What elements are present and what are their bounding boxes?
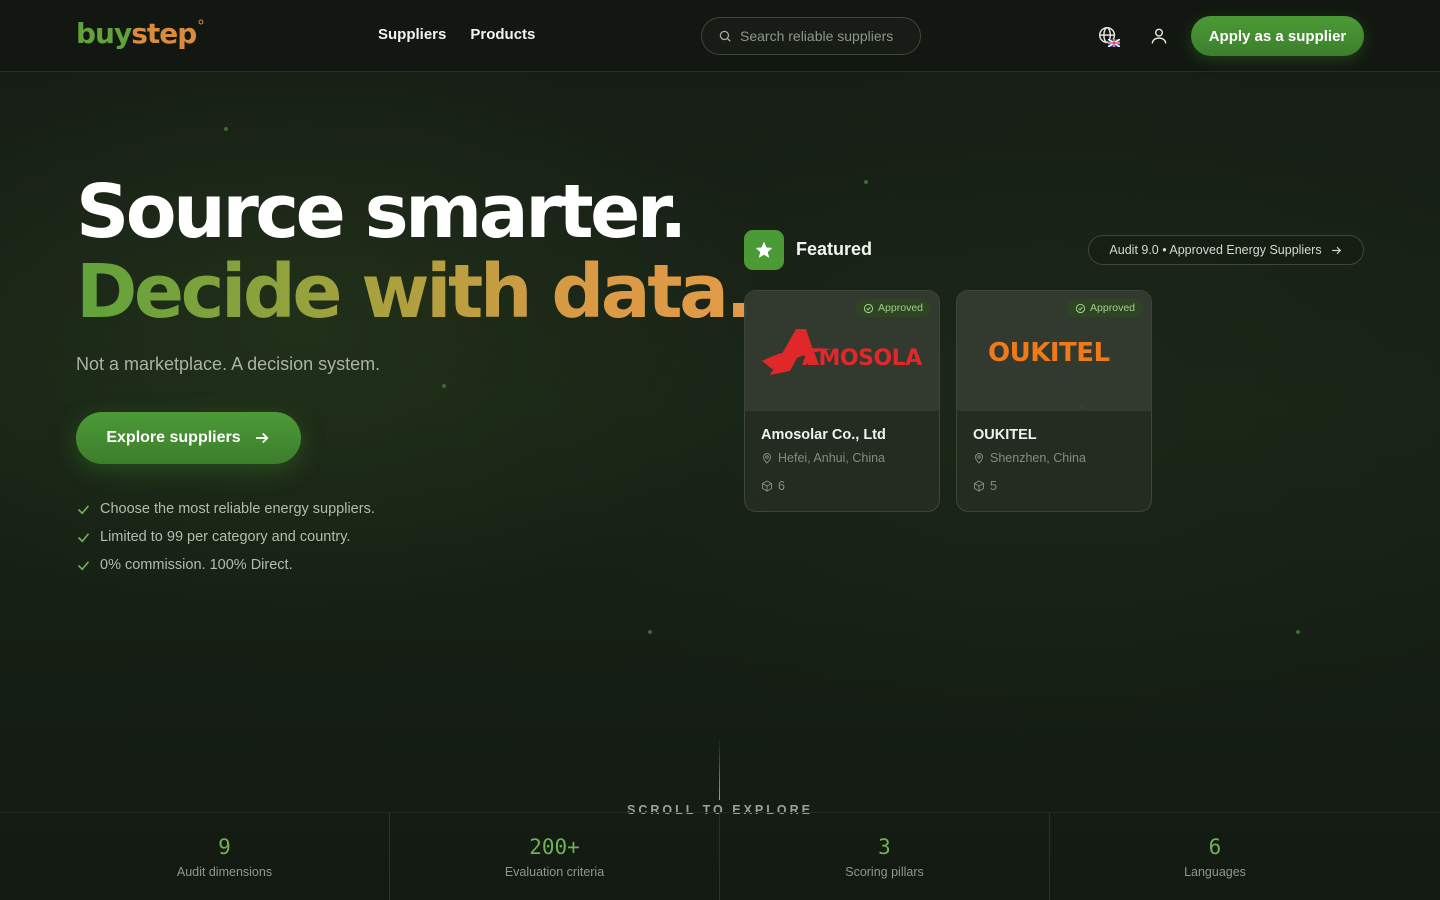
supplier-location: Hefei, Anhui, China — [761, 451, 923, 465]
check-icon — [77, 504, 90, 514]
stat-value: 3 — [878, 835, 891, 859]
decor-dot — [648, 630, 652, 634]
supplier-location: Shenzhen, China — [973, 451, 1135, 465]
stat-label: Evaluation criteria — [504, 865, 605, 879]
stat-value: 9 — [218, 835, 231, 859]
shield-check-icon — [863, 303, 874, 313]
decor-dot — [864, 180, 868, 184]
stat-label: Languages — [1184, 865, 1246, 879]
oukitel-logo: OUKITEL — [988, 338, 1110, 368]
audit-approved-link[interactable]: Audit 9.0 • Approved Energy Suppliers — [1088, 235, 1364, 265]
location-pin-icon — [974, 453, 984, 464]
stat-label: Scoring pillars — [845, 865, 924, 879]
stat-label: Audit dimensions — [176, 865, 273, 879]
supplier-product-count: 6 — [761, 479, 923, 493]
oukitel-logo-text: OUKITEL — [988, 338, 1110, 368]
supplier-name: OUKITEL — [973, 427, 1037, 443]
svg-text:buystep: buystep — [76, 17, 196, 50]
package-icon — [974, 480, 984, 492]
badge-label: Approved — [1090, 302, 1135, 314]
stat-scoring-pillars: 3 Scoring pillars — [720, 813, 1050, 900]
search-input[interactable] — [740, 28, 910, 44]
hero-title-line2: Decide with data. — [76, 249, 754, 335]
scroll-indicator-line — [719, 738, 720, 800]
decor-dot — [224, 127, 228, 131]
check-icon — [77, 532, 90, 542]
supplier-logo-area: Approved OUKITEL — [957, 291, 1151, 411]
location-pin-icon — [762, 453, 772, 464]
featured-star-badge — [744, 230, 784, 270]
shield-check-icon — [1075, 303, 1086, 313]
hero-title-line1: Source smarter. — [76, 169, 687, 255]
badge-label: Approved — [878, 302, 923, 314]
benefit-text: Limited to 99 per category and country. — [100, 529, 351, 545]
supplier-card[interactable]: Approved AMOSOLAR Amosolar Co., Ltd Hefe… — [744, 290, 940, 512]
supplier-logo-area: Approved AMOSOLAR — [745, 291, 939, 411]
explore-label: Explore suppliers — [106, 429, 241, 446]
apply-supplier-button[interactable]: Apply as a supplier — [1191, 16, 1364, 56]
arrow-right-icon — [255, 432, 269, 444]
supplier-card-body: OUKITEL Shenzhen, China 5 — [957, 411, 1151, 493]
approved-badge: Approved — [1067, 299, 1143, 317]
search-box[interactable] — [701, 17, 921, 55]
nav-suppliers-link[interactable]: Suppliers — [378, 26, 446, 43]
stat-value: 6 — [1208, 835, 1222, 859]
stat-audit-dimensions: 9 Audit dimensions — [60, 813, 390, 900]
decor-dot — [442, 384, 446, 388]
supplier-name: Amosolar Co., Ltd — [761, 427, 886, 443]
account-button[interactable] — [1147, 24, 1171, 48]
stat-value: 200+ — [529, 835, 580, 859]
hero-tagline: Not a marketplace. A decision system. — [76, 354, 381, 374]
search-icon — [719, 30, 731, 42]
buystep-logo[interactable]: buystep — [76, 14, 206, 54]
benefit-list: Choose the most reliable energy supplier… — [76, 495, 375, 579]
approved-badge: Approved — [855, 299, 931, 317]
product-count-text: 6 — [778, 479, 785, 493]
benefit-text: 0% commission. 100% Direct. — [100, 557, 293, 573]
stats-bar: 9 Audit dimensions 200+ Evaluation crite… — [0, 812, 1440, 900]
stat-evaluation-criteria: 200+ Evaluation criteria — [390, 813, 720, 900]
arrow-right-icon — [1331, 246, 1341, 254]
star-icon — [755, 241, 773, 258]
audit-link-label: Audit 9.0 • Approved Energy Suppliers — [1109, 243, 1322, 257]
location-text: Shenzhen, China — [990, 451, 1086, 465]
main-nav: Suppliers Products — [378, 26, 535, 43]
package-icon — [762, 480, 772, 492]
check-icon — [77, 560, 90, 570]
nav-products-link[interactable]: Products — [470, 26, 535, 43]
supplier-card[interactable]: Approved OUKITEL OUKITEL Shenzhen, China… — [956, 290, 1152, 512]
language-button[interactable] — [1096, 24, 1120, 48]
benefit-item: Limited to 99 per category and country. — [76, 523, 375, 551]
supplier-card-body: Amosolar Co., Ltd Hefei, Anhui, China 6 — [745, 411, 939, 493]
benefit-item: 0% commission. 100% Direct. — [76, 551, 375, 579]
benefit-item: Choose the most reliable energy supplier… — [76, 495, 375, 523]
supplier-product-count: 5 — [973, 479, 1135, 493]
explore-suppliers-button[interactable]: Explore suppliers — [76, 412, 301, 464]
location-text: Hefei, Anhui, China — [778, 451, 886, 465]
featured-title: Featured — [796, 239, 873, 259]
product-count-text: 5 — [990, 479, 997, 493]
decor-dot — [1296, 630, 1300, 634]
amosolar-logo: AMOSOLAR — [762, 329, 922, 375]
top-header: buystep Suppliers Products Search reliab… — [0, 0, 1440, 72]
uk-flag-icon — [1108, 39, 1120, 47]
benefit-text: Choose the most reliable energy supplier… — [100, 501, 375, 517]
amosolar-logo-text: AMOSOLAR — [802, 346, 922, 371]
user-icon — [1151, 28, 1167, 44]
stat-languages: 6 Languages — [1050, 813, 1380, 900]
